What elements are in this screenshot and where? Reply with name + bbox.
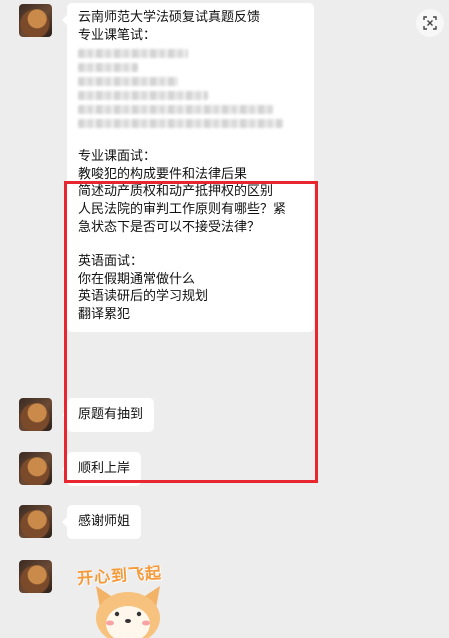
message-line: 英语读研后的学习规划 xyxy=(78,289,209,305)
message-bubble[interactable]: 云南师范大学法硕复试真题反馈 专业课笔试： 专业课面试： 教唆犯的构成要件和法律… xyxy=(62,3,314,332)
message-line: 英语面试： xyxy=(78,254,144,270)
message-line: 专业课面试： xyxy=(78,149,157,165)
message-bubble[interactable]: 顺利上岸 xyxy=(61,452,142,486)
close-button[interactable] xyxy=(416,9,444,37)
message-text: 顺利上岸 xyxy=(78,461,131,476)
message-text: 感谢师姐 xyxy=(78,514,131,529)
dog-sticker[interactable] xyxy=(88,578,168,638)
message-line: 你在假期通常做什么 xyxy=(78,271,196,287)
message-line: 教唆犯的构成要件和法律后果 xyxy=(78,166,248,182)
redacted-content xyxy=(78,49,303,129)
avatar[interactable] xyxy=(19,398,52,431)
message-text: 原题有抽到 xyxy=(78,407,144,422)
close-icon xyxy=(423,16,437,30)
message-line: 专业课笔试： xyxy=(78,27,157,43)
message-line: 翻译累犯 xyxy=(78,306,131,322)
avatar[interactable] xyxy=(19,505,52,538)
message-line: 云南师范大学法硕复试真题反馈 xyxy=(78,10,261,25)
message-line: 简述动产质权和动产抵押权的区别 xyxy=(78,184,274,200)
avatar[interactable] xyxy=(19,452,52,485)
message-bubble[interactable]: 感谢师姐 xyxy=(61,505,142,539)
message-line: 人民法院的审判工作原则有哪些？紧 xyxy=(78,201,287,217)
message-line: 急状态下是否可以不接受法律？ xyxy=(78,219,261,235)
message-bubble[interactable]: 原题有抽到 xyxy=(61,398,155,432)
avatar[interactable] xyxy=(19,4,52,37)
avatar[interactable] xyxy=(19,560,52,593)
